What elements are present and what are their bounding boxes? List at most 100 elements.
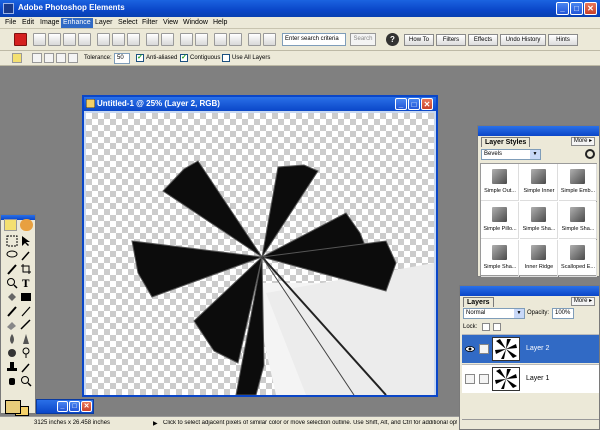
undo-icon[interactable]	[214, 33, 227, 46]
browse-icon[interactable]	[78, 33, 91, 46]
intersect-selection-icon[interactable]	[68, 53, 78, 63]
eye-icon[interactable]	[465, 344, 475, 354]
style-simple-sharp-2[interactable]: Simple Sha...	[559, 202, 597, 239]
magic-wand-icon[interactable]	[12, 53, 22, 63]
redo-icon[interactable]	[229, 33, 242, 46]
magic-wand-icon[interactable]	[20, 249, 33, 261]
zoom-icon[interactable]	[20, 375, 33, 387]
doc-minimize-button[interactable]: _	[395, 98, 407, 110]
zoom-tool-icon[interactable]	[6, 277, 19, 289]
menu-image[interactable]: Image	[38, 18, 61, 28]
style-category-dropdown[interactable]: Bevels ▼	[481, 149, 541, 160]
clone-stamp-icon[interactable]	[6, 361, 19, 373]
menu-window[interactable]: Window	[181, 18, 210, 28]
eraser-tool-icon[interactable]	[6, 319, 19, 331]
layer-styles-tab[interactable]: Layer Styles	[481, 137, 531, 147]
search-button[interactable]: Search	[350, 33, 376, 46]
menu-help[interactable]: Help	[211, 18, 229, 28]
adobe-online-icon[interactable]	[14, 33, 27, 46]
eyedropper-icon[interactable]	[20, 361, 33, 373]
clear-style-icon[interactable]	[585, 149, 595, 159]
menu-file[interactable]: File	[3, 18, 18, 28]
anti-aliased-checkbox[interactable]: ✓	[136, 54, 144, 62]
style-simple-outer[interactable]: Simple Out...	[481, 164, 519, 201]
hand-tool-icon[interactable]	[6, 375, 19, 387]
type-tool-icon[interactable]: T	[20, 277, 33, 290]
style-simple-emboss[interactable]: Simple Emb...	[559, 164, 597, 201]
palette-tab-effects[interactable]: Effects	[468, 34, 498, 46]
minimize-button[interactable]: _	[556, 2, 569, 15]
marquee-tool-icon[interactable]	[6, 235, 19, 247]
help-icon[interactable]: ?	[386, 33, 399, 46]
step-forward-icon[interactable]	[195, 33, 208, 46]
layer-row-layer-1[interactable]: Layer 1	[462, 364, 599, 393]
new-file-icon[interactable]	[33, 33, 46, 46]
palette-tab-undo-history[interactable]: Undo History	[500, 34, 546, 46]
step-backward-icon[interactable]	[180, 33, 193, 46]
maximize-button[interactable]: □	[570, 2, 583, 15]
doc-maximize-button[interactable]: □	[408, 98, 420, 110]
minimized-document-window[interactable]: _ □ ✕	[36, 399, 94, 414]
tolerance-input[interactable]: 50	[114, 53, 130, 64]
close-button[interactable]: ✕	[584, 2, 597, 15]
style-simple-pillow[interactable]: Simple Pillo...	[481, 202, 519, 239]
lock-all-icon[interactable]	[493, 323, 501, 331]
style-scalloped-edge[interactable]: Scalloped E...	[559, 240, 597, 277]
brush-icon[interactable]	[479, 344, 489, 354]
menu-enhance[interactable]: Enhance	[61, 18, 93, 28]
image-canvas[interactable]	[86, 113, 434, 395]
maximize-button[interactable]: □	[69, 401, 80, 412]
move-tool-icon[interactable]	[20, 235, 33, 247]
palette-tab-hints[interactable]: Hints	[548, 34, 578, 46]
layers-more-button[interactable]: More ▸	[571, 297, 595, 306]
layers-tab[interactable]: Layers	[463, 297, 494, 307]
shape-tool-icon[interactable]	[20, 291, 33, 303]
doc-close-button[interactable]: ✕	[421, 98, 433, 110]
layer-styles-more-button[interactable]: More ▸	[571, 137, 595, 146]
palette-tab-how-to[interactable]: How To	[404, 34, 434, 46]
gradient-tool-icon[interactable]	[20, 319, 33, 331]
new-selection-icon[interactable]	[32, 53, 42, 63]
brush-icon[interactable]	[479, 374, 489, 384]
palette-tab-filters[interactable]: Filters	[436, 34, 466, 46]
status-menu-arrow-icon[interactable]: ▶	[153, 420, 158, 427]
import-icon[interactable]	[63, 33, 76, 46]
style-simple-sharp[interactable]: Simple Sha...	[520, 202, 558, 239]
restore-button[interactable]: _	[57, 401, 68, 412]
hand-tool-icon[interactable]	[248, 33, 261, 46]
contiguous-checkbox[interactable]: ✓	[180, 54, 188, 62]
layer-row-layer-2[interactable]: Layer 2	[462, 334, 599, 363]
print-preview-icon[interactable]	[161, 33, 174, 46]
opacity-input[interactable]: 100%	[552, 308, 574, 319]
adobe-logo-icon[interactable]	[20, 219, 33, 231]
pencil-tool-icon[interactable]	[20, 305, 33, 317]
style-inner-ridge[interactable]: Inner Ridge	[520, 240, 558, 277]
brush-tool-icon[interactable]	[6, 305, 19, 317]
sharpen-tool-icon[interactable]	[20, 333, 33, 345]
save-for-web-icon[interactable]	[112, 33, 125, 46]
selection-brush-icon[interactable]	[6, 263, 19, 275]
print-icon[interactable]	[146, 33, 159, 46]
magic-wand-tool-icon[interactable]	[4, 219, 17, 231]
dodge-tool-icon[interactable]	[20, 347, 33, 359]
paint-bucket-icon[interactable]	[6, 291, 19, 303]
sponge-tool-icon[interactable]	[6, 347, 19, 359]
crop-tool-icon[interactable]	[20, 263, 33, 275]
menu-filter[interactable]: Filter	[140, 18, 160, 28]
lock-transparency-icon[interactable]	[482, 323, 490, 331]
online-services-icon[interactable]	[263, 33, 276, 46]
style-simple-sharp-3[interactable]: Simple Sha...	[481, 240, 519, 277]
menu-view[interactable]: View	[161, 18, 180, 28]
open-file-icon[interactable]	[48, 33, 61, 46]
close-button[interactable]: ✕	[81, 401, 92, 412]
lasso-tool-icon[interactable]	[6, 249, 19, 261]
style-simple-inner[interactable]: Simple Inner	[520, 164, 558, 201]
use-all-layers-checkbox[interactable]	[222, 54, 230, 62]
subtract-selection-icon[interactable]	[56, 53, 66, 63]
add-selection-icon[interactable]	[44, 53, 54, 63]
blend-mode-dropdown[interactable]: Normal ▼	[463, 308, 525, 319]
menu-layer[interactable]: Layer	[93, 18, 115, 28]
save-icon[interactable]	[97, 33, 110, 46]
menu-select[interactable]: Select	[116, 18, 139, 28]
foreground-color-swatch[interactable]	[5, 400, 21, 414]
